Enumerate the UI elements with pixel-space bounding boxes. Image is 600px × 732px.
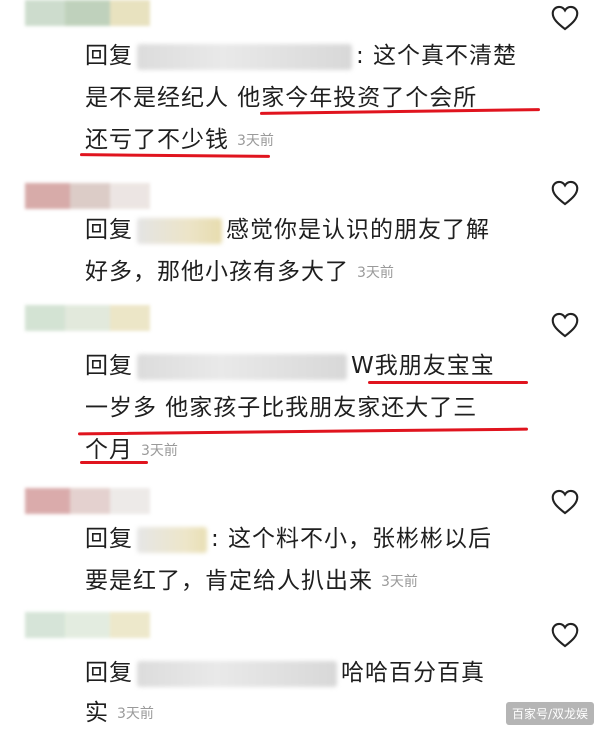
comment-text-line: 要是红了，肯定给人扒出来 3天前 <box>85 563 418 600</box>
blurred-username <box>137 217 222 244</box>
blurred-username <box>137 43 352 70</box>
comment-text-line: 一岁多 他家孩子比我朋友家还大了三 <box>85 390 477 426</box>
comment-text: 要是红了，肯定给人扒出来 <box>85 568 373 594</box>
red-underline <box>77 427 529 436</box>
comment-text: 实 <box>85 700 109 726</box>
avatar[interactable] <box>25 183 150 209</box>
reply-label: 回复 <box>85 217 133 243</box>
comment-text-line: 回复 : 这个真不清楚 <box>85 38 517 74</box>
like-button[interactable] <box>550 487 580 517</box>
comment-text-line: 回复 W我朋友宝宝 <box>85 348 495 384</box>
timestamp: 3天前 <box>141 442 178 459</box>
reply-label: 回复 <box>85 353 133 379</box>
comment-text-line: 回复 哈哈百分百真 <box>85 655 485 691</box>
comment-text-line: 回复 : 这个料不小，张彬彬以后 <box>85 521 492 557</box>
comment-text: 一岁多 他家孩子比我朋友家还大了三 <box>85 395 478 421</box>
like-button[interactable] <box>550 3 580 33</box>
heart-outline-icon <box>551 312 579 338</box>
comment-text: 是不是经纪人 他家今年投资了个会所 <box>85 85 478 111</box>
comment-text: 感觉你是认识的朋友了解 <box>226 217 490 243</box>
like-button[interactable] <box>550 620 580 650</box>
heart-outline-icon <box>551 5 579 31</box>
comment-text-line: 回复 感觉你是认识的朋友了解 <box>85 212 490 248</box>
comment-text: : 这个真不清楚 <box>356 43 518 69</box>
red-underline <box>368 381 528 384</box>
blurred-username <box>137 353 347 380</box>
like-button[interactable] <box>550 310 580 340</box>
comment-text-line: 好多，那他小孩有多大了 3天前 <box>85 254 394 291</box>
avatar[interactable] <box>25 488 150 514</box>
comment-text: 哈哈百分百真 <box>341 660 485 686</box>
blurred-username <box>137 526 207 553</box>
avatar[interactable] <box>25 305 150 331</box>
reply-label: 回复 <box>85 660 133 686</box>
like-button[interactable] <box>550 178 580 208</box>
heart-outline-icon <box>551 180 579 206</box>
timestamp: 3天前 <box>381 573 418 590</box>
comment-text: : 这个料不小，张彬彬以后 <box>211 526 493 552</box>
reply-label: 回复 <box>85 526 133 552</box>
timestamp: 3天前 <box>237 132 274 149</box>
comment-text: 好多，那他小孩有多大了 <box>85 259 349 285</box>
timestamp: 3天前 <box>117 705 154 722</box>
comment-text: 还亏了不少钱 <box>85 127 229 153</box>
red-underline <box>80 461 148 464</box>
heart-outline-icon <box>551 622 579 648</box>
heart-outline-icon <box>551 489 579 515</box>
avatar[interactable] <box>25 0 150 26</box>
comment-text: 个月 <box>85 437 133 463</box>
reply-label: 回复 <box>85 43 133 69</box>
avatar[interactable] <box>25 612 150 638</box>
comment-text: W我朋友宝宝 <box>351 353 495 379</box>
blurred-username <box>137 660 337 687</box>
comment-text-line: 实 3天前 <box>85 695 154 732</box>
watermark: 百家号/双龙娱 <box>505 702 594 725</box>
timestamp: 3天前 <box>357 264 394 281</box>
